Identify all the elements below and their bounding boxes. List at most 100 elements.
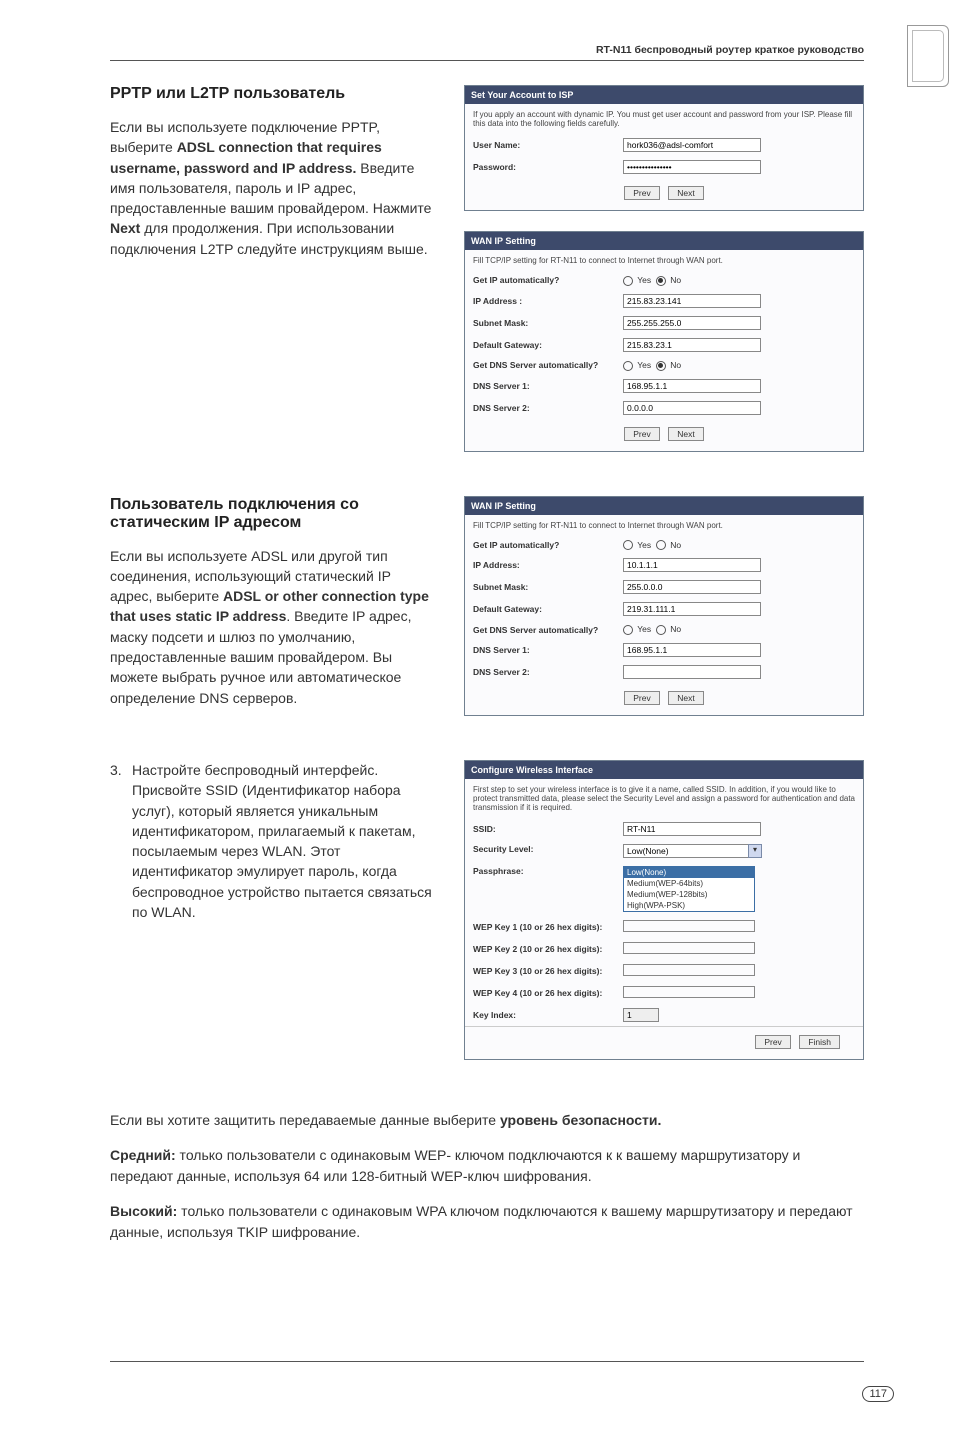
panel1-user-input[interactable] [623, 138, 761, 152]
panel1-prev-button[interactable]: Prev [624, 186, 659, 200]
panel4-wep3-label: WEP Key 3 (10 or 26 hex digits): [473, 966, 623, 976]
panel4-sec-select[interactable] [623, 844, 749, 858]
panel3-ip-input[interactable] [623, 558, 761, 572]
panel2-no2: No [670, 360, 681, 370]
panel4-wep4-label: WEP Key 4 (10 or 26 hex digits): [473, 988, 623, 998]
panel3-no1: No [670, 540, 681, 550]
section2-text: Если вы используете ADSL или другой тип … [110, 546, 435, 708]
footer-rule [110, 1361, 864, 1362]
sec-opt-low[interactable]: Low(None) [624, 867, 754, 878]
panel2-mask-input[interactable] [623, 316, 761, 330]
panel3-dns2-label: DNS Server 2: [473, 667, 623, 677]
panel1-pass-label: Password: [473, 162, 623, 172]
panel3-dns2-input[interactable] [623, 665, 761, 679]
panel-wireless: Configure Wireless Interface First step … [464, 760, 864, 1060]
panel3-prev-button[interactable]: Prev [624, 691, 659, 705]
panel4-ssid-input[interactable] [623, 822, 761, 836]
panel2-dns2-input[interactable] [623, 401, 761, 415]
panel2-ip-input[interactable] [623, 294, 761, 308]
panel3-mask-input[interactable] [623, 580, 761, 594]
panel1-user-label: User Name: [473, 140, 623, 150]
panel2-desc: Fill TCP/IP setting for RT-N11 to connec… [465, 250, 863, 271]
spiral-binding-decoration [907, 25, 949, 87]
panel4-ssid-label: SSID: [473, 824, 623, 834]
panel3-ip-label: IP Address: [473, 560, 623, 570]
footer-block: Если вы хотите защитить передаваемые дан… [110, 1110, 864, 1243]
sec-opt-wpa[interactable]: High(WPA-PSK) [624, 900, 754, 911]
panel3-getip-radio[interactable]: Yes No [623, 540, 855, 551]
panel3-next-button[interactable]: Next [668, 691, 703, 705]
panel2-dns2-label: DNS Server 2: [473, 403, 623, 413]
panel1-title: Set Your Account to ISP [465, 86, 863, 104]
panel-wan-ip-2: WAN IP Setting Fill TCP/IP setting for R… [464, 496, 864, 717]
panel4-desc: First step to set your wireless interfac… [465, 779, 863, 818]
panel2-dns1-label: DNS Server 1: [473, 381, 623, 391]
panel2-getdns-label: Get DNS Server automatically? [473, 360, 623, 370]
panel1-pass-input[interactable] [623, 160, 761, 174]
panel3-desc: Fill TCP/IP setting for RT-N11 to connec… [465, 515, 863, 536]
header-title: RT-N11 беспроводный роутер краткое руков… [596, 44, 864, 56]
panel3-getdns-label: Get DNS Server automatically? [473, 625, 623, 635]
panel3-yes1: Yes [637, 540, 651, 550]
header-rule: RT-N11 беспроводный роутер краткое руков… [110, 40, 864, 61]
panel4-prev-button[interactable]: Prev [755, 1035, 790, 1049]
panel4-wep4-input[interactable] [623, 986, 755, 998]
panel4-wep1-label: WEP Key 1 (10 or 26 hex digits): [473, 922, 623, 932]
panel3-gw-input[interactable] [623, 602, 761, 616]
panel2-yes2: Yes [637, 360, 651, 370]
panel3-dns1-input[interactable] [623, 643, 761, 657]
panel2-ip-label: IP Address : [473, 296, 623, 306]
panel4-title: Configure Wireless Interface [465, 761, 863, 779]
panel2-getip-radio[interactable]: Yes No [623, 275, 855, 286]
panel2-title: WAN IP Setting [465, 232, 863, 250]
panel4-keyidx-label: Key Index: [473, 1010, 623, 1020]
panel-set-account: Set Your Account to ISP If you apply an … [464, 85, 864, 211]
panel1-next-button[interactable]: Next [668, 186, 703, 200]
panel2-gw-input[interactable] [623, 338, 761, 352]
section3-number: 3. [110, 760, 132, 922]
footer-p3: только пользователи с одинаковым WPA клю… [110, 1203, 853, 1240]
panel3-title: WAN IP Setting [465, 497, 863, 515]
section1-post: для продолжения. При использовании подкл… [110, 220, 428, 256]
panel3-no2: No [670, 624, 681, 634]
panel4-keyidx-select[interactable] [623, 1008, 659, 1022]
panel2-no1: No [670, 275, 681, 285]
panel3-mask-label: Subnet Mask: [473, 582, 623, 592]
panel2-next-button[interactable]: Next [668, 427, 703, 441]
panel4-pass-label: Passphrase: [473, 866, 623, 876]
panel3-dns1-label: DNS Server 1: [473, 645, 623, 655]
panel4-wep2-input[interactable] [623, 942, 755, 954]
sec-opt-wep64[interactable]: Medium(WEP-64bits) [624, 878, 754, 889]
panel2-getdns-radio[interactable]: Yes No [623, 360, 855, 371]
panel2-mask-label: Subnet Mask: [473, 318, 623, 328]
panel2-getip-label: Get IP automatically? [473, 275, 623, 285]
section3-body: Настройте беспроводный интерфейс. Присво… [132, 760, 435, 922]
footer-p1a: Если вы хотите защитить передаваемые дан… [110, 1112, 500, 1128]
panel2-gw-label: Default Gateway: [473, 340, 623, 350]
section1-bold2: Next [110, 220, 140, 236]
panel4-wep3-input[interactable] [623, 964, 755, 976]
panel2-prev-button[interactable]: Prev [624, 427, 659, 441]
dropdown-arrow-icon[interactable]: ▾ [748, 844, 762, 858]
sec-opt-wep128[interactable]: Medium(WEP-128bits) [624, 889, 754, 900]
panel4-sec-options[interactable]: Low(None) Medium(WEP-64bits) Medium(WEP-… [623, 866, 755, 912]
footer-p3b: Высокий: [110, 1203, 177, 1219]
panel2-dns1-input[interactable] [623, 379, 761, 393]
panel4-finish-button[interactable]: Finish [799, 1035, 840, 1049]
panel3-gw-label: Default Gateway: [473, 604, 623, 614]
panel-wan-ip-1: WAN IP Setting Fill TCP/IP setting for R… [464, 231, 864, 452]
footer-p2b: Средний: [110, 1147, 176, 1163]
section1-text: Если вы используете подключение PPTP, вы… [110, 117, 435, 259]
page-number: 117 [862, 1386, 894, 1402]
panel3-yes2: Yes [637, 624, 651, 634]
footer-p2: только пользователи с одинаковым WEP- кл… [110, 1147, 800, 1184]
section1-heading: PPTP или L2TP пользователь [110, 85, 435, 103]
footer-p1b: уровень безопасности. [500, 1112, 661, 1128]
panel3-getip-label: Get IP automatically? [473, 540, 623, 550]
section2-heading: Пользователь подключения со статическим … [110, 496, 435, 532]
panel4-sec-label: Security Level: [473, 844, 623, 854]
panel3-getdns-radio[interactable]: Yes No [623, 624, 855, 635]
page-number-value: 117 [862, 1386, 894, 1402]
section3-text: 3. Настройте беспроводный интерфейс. При… [110, 760, 435, 922]
panel4-wep1-input[interactable] [623, 920, 755, 932]
